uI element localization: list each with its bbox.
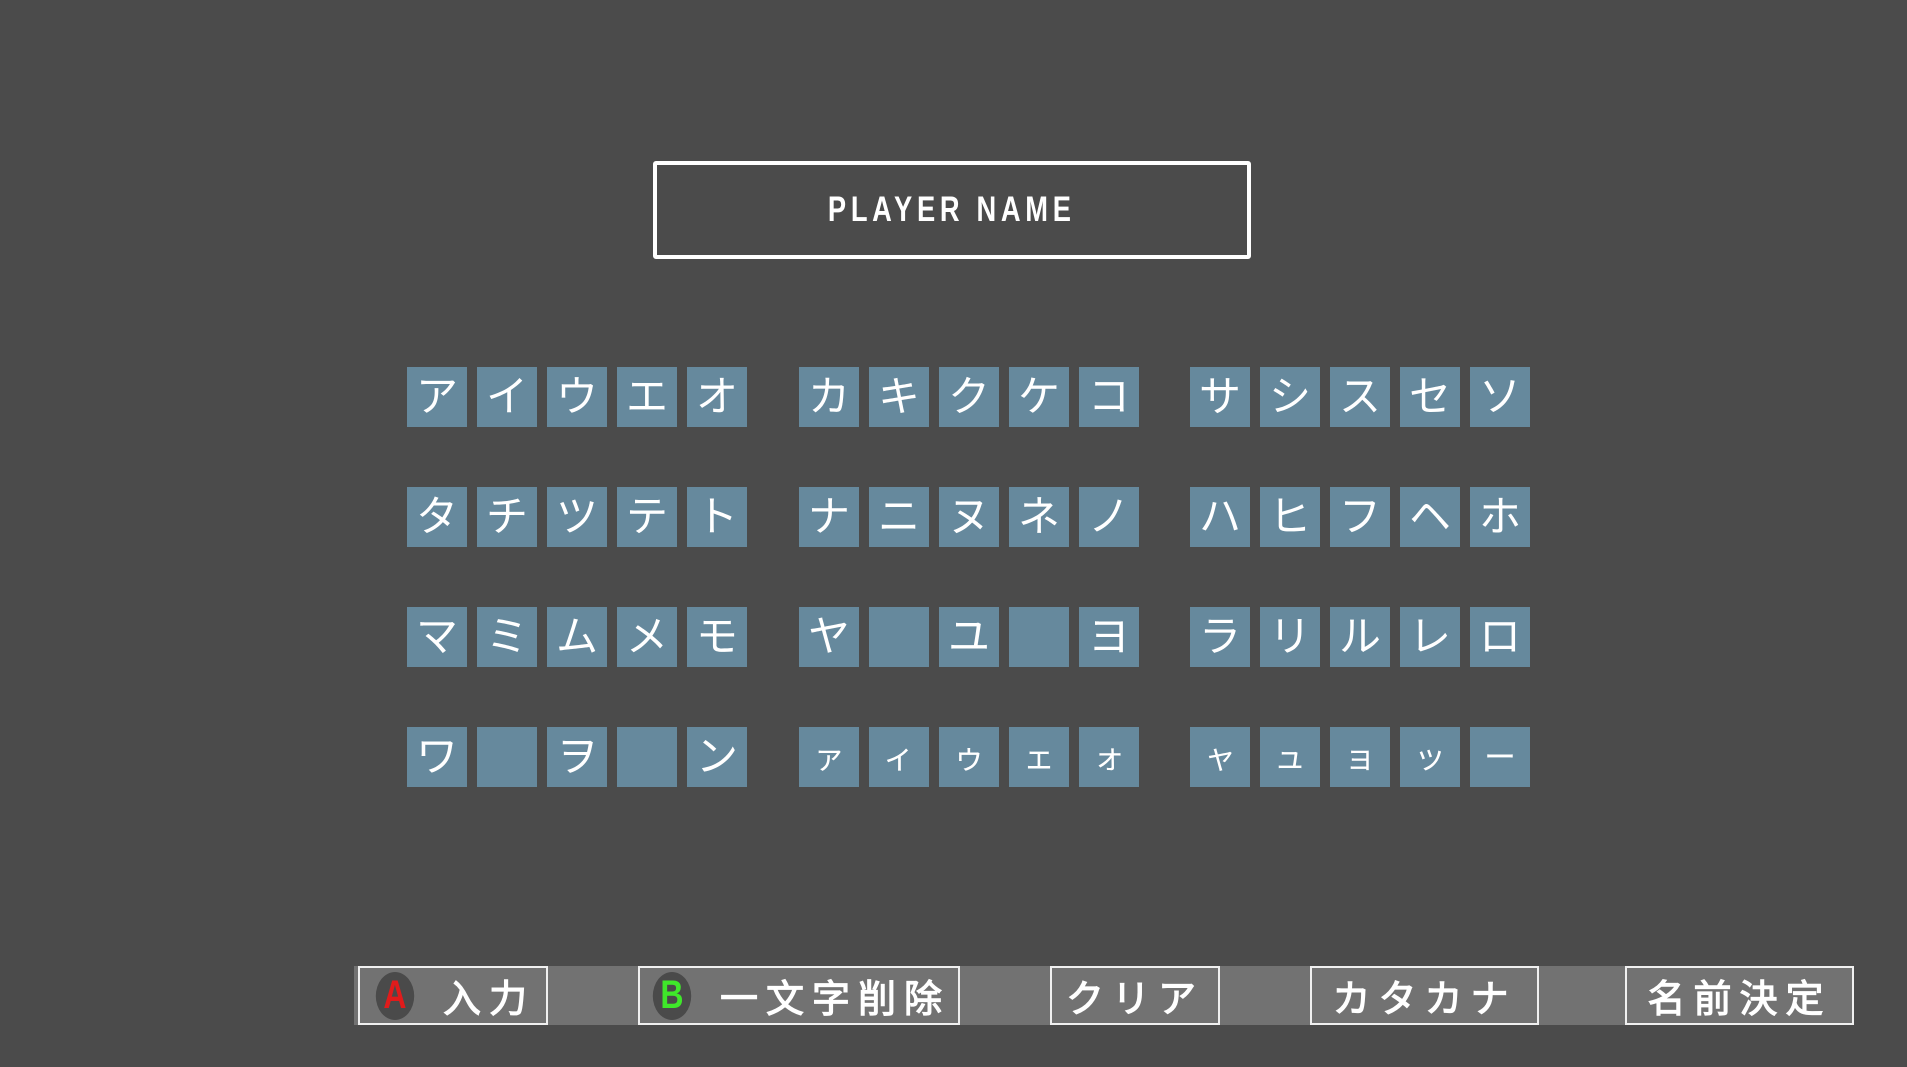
delete-char-button[interactable]: B 一文字削除 — [638, 966, 960, 1025]
kana-key[interactable]: ケ — [1009, 367, 1069, 427]
a-button-glyph: A — [383, 973, 407, 1017]
kana-key[interactable]: ホ — [1470, 487, 1530, 547]
kana-key[interactable]: フ — [1330, 487, 1390, 547]
kana-key[interactable]: ャ — [1190, 727, 1250, 787]
kana-key[interactable] — [477, 727, 537, 787]
kana-key[interactable]: ヌ — [939, 487, 999, 547]
kana-key[interactable]: ニ — [869, 487, 929, 547]
kana-key[interactable]: テ — [617, 487, 677, 547]
kana-key[interactable]: ナ — [799, 487, 859, 547]
kana-key[interactable]: ワ — [407, 727, 467, 787]
kana-key[interactable]: ァ — [799, 727, 859, 787]
kana-key[interactable]: ゥ — [939, 727, 999, 787]
kana-key[interactable]: ラ — [1190, 607, 1250, 667]
kana-key[interactable]: ヘ — [1400, 487, 1460, 547]
kana-key[interactable]: マ — [407, 607, 467, 667]
kana-key[interactable]: ヤ — [799, 607, 859, 667]
kana-key[interactable]: タ — [407, 487, 467, 547]
kana-key[interactable]: ウ — [547, 367, 607, 427]
katakana-label: カタカナ — [1332, 977, 1517, 1021]
kana-key[interactable]: セ — [1400, 367, 1460, 427]
clear-button[interactable]: クリア — [1050, 966, 1220, 1025]
kana-key[interactable]: ネ — [1009, 487, 1069, 547]
delete-char-label: 一文字削除 — [719, 977, 950, 1021]
kana-key[interactable]: カ — [799, 367, 859, 427]
kana-key[interactable]: ソ — [1470, 367, 1530, 427]
kana-key[interactable]: コ — [1079, 367, 1139, 427]
input-button[interactable]: A 入力 — [358, 966, 548, 1025]
kana-key[interactable]: イ — [477, 367, 537, 427]
kana-key[interactable]: ス — [1330, 367, 1390, 427]
kana-key[interactable]: ェ — [1009, 727, 1069, 787]
kana-key[interactable]: モ — [687, 607, 747, 667]
kana-key[interactable] — [617, 727, 677, 787]
kana-key[interactable]: ト — [687, 487, 747, 547]
b-button-icon: B — [652, 971, 692, 1020]
kana-key[interactable] — [869, 607, 929, 667]
kana-key[interactable]: ィ — [869, 727, 929, 787]
confirm-name-button[interactable]: 名前決定 — [1625, 966, 1854, 1025]
kana-key[interactable]: ン — [687, 727, 747, 787]
kana-key[interactable]: ル — [1330, 607, 1390, 667]
player-name-field[interactable]: PLAYER NAME — [653, 161, 1251, 259]
kana-key[interactable]: ー — [1470, 727, 1530, 787]
b-button-glyph: B — [660, 973, 684, 1017]
kana-key[interactable]: ク — [939, 367, 999, 427]
kana-key[interactable]: ュ — [1260, 727, 1320, 787]
kana-key[interactable]: オ — [687, 367, 747, 427]
kana-key[interactable]: ア — [407, 367, 467, 427]
kana-key[interactable]: ヒ — [1260, 487, 1320, 547]
kana-key[interactable]: ハ — [1190, 487, 1250, 547]
kana-key[interactable] — [1009, 607, 1069, 667]
katakana-toggle-button[interactable]: カタカナ — [1310, 966, 1539, 1025]
kana-key[interactable]: ロ — [1470, 607, 1530, 667]
a-button-icon: A — [375, 971, 415, 1020]
kana-key[interactable]: エ — [617, 367, 677, 427]
kana-key[interactable]: レ — [1400, 607, 1460, 667]
kana-key[interactable]: ツ — [547, 487, 607, 547]
kana-key[interactable]: ョ — [1330, 727, 1390, 787]
kana-key[interactable]: リ — [1260, 607, 1320, 667]
kana-key[interactable]: シ — [1260, 367, 1320, 427]
kana-key[interactable]: ム — [547, 607, 607, 667]
clear-label: クリア — [1065, 977, 1204, 1021]
kana-key[interactable]: ッ — [1400, 727, 1460, 787]
kana-key[interactable]: ミ — [477, 607, 537, 667]
kana-key[interactable]: キ — [869, 367, 929, 427]
kana-key[interactable]: ヨ — [1079, 607, 1139, 667]
kana-key[interactable]: ヲ — [547, 727, 607, 787]
kana-key[interactable]: メ — [617, 607, 677, 667]
confirm-name-label: 名前決定 — [1647, 977, 1832, 1021]
kana-key[interactable]: ォ — [1079, 727, 1139, 787]
kana-key[interactable]: ノ — [1079, 487, 1139, 547]
kana-key[interactable]: ユ — [939, 607, 999, 667]
kana-key[interactable]: チ — [477, 487, 537, 547]
input-label: 入力 — [442, 977, 535, 1021]
kana-key[interactable]: サ — [1190, 367, 1250, 427]
player-name-label: PLAYER NAME — [828, 190, 1076, 229]
